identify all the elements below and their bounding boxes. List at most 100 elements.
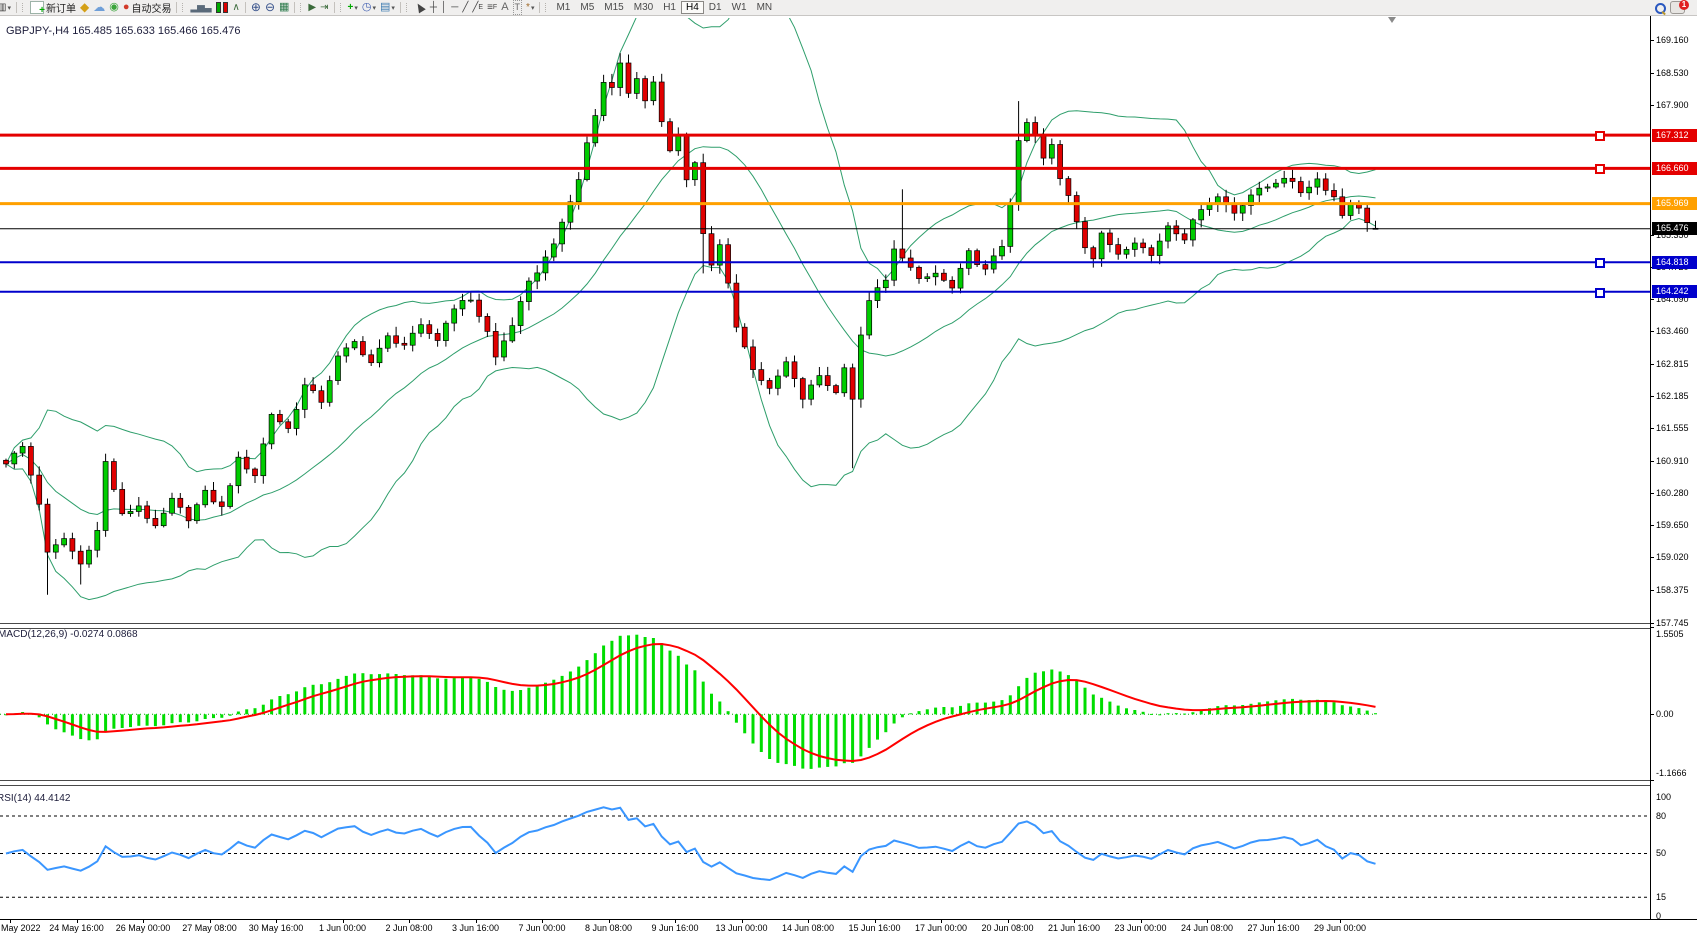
candle: [585, 137, 590, 182]
price-axis[interactable]: 169.160168.530167.900165.350164.720164.0…: [1650, 16, 1697, 919]
candle: [651, 76, 656, 105]
macd-histogram-bar: [303, 687, 306, 714]
macd-histogram-bar: [619, 636, 622, 715]
chart-title: GBPJPY-,H4 165.485 165.633 165.466 165.4…: [6, 25, 240, 37]
search-button[interactable]: [1652, 1, 1668, 14]
toolbar-right: 1: [1652, 1, 1697, 14]
macd-histogram-bar: [951, 707, 954, 714]
channel-button[interactable]: ╱E: [470, 1, 485, 14]
tile-windows-button[interactable]: ▦: [277, 1, 291, 14]
panel-divider-rsi[interactable]: [0, 780, 1697, 786]
macd-histogram-bar: [718, 702, 721, 715]
price-tick: [1651, 331, 1654, 332]
zoom-out-button[interactable]: ⊖: [263, 1, 277, 14]
tab-H4[interactable]: H4: [681, 1, 704, 14]
tab-M5[interactable]: M5: [575, 2, 599, 13]
macd-histogram-bar: [693, 670, 696, 714]
price-tick: [1651, 73, 1654, 74]
candle: [219, 496, 224, 516]
tab-M30[interactable]: M30: [629, 2, 658, 13]
candle: [1016, 101, 1021, 211]
notifications-button[interactable]: 1: [1668, 1, 1691, 14]
vertical-line-button[interactable]: │: [439, 1, 449, 14]
rsi-layer[interactable]: [0, 807, 1650, 897]
candle: [211, 482, 216, 504]
macd-histogram-bar: [801, 714, 804, 768]
community-button[interactable]: ☁: [91, 1, 107, 14]
tab-W1[interactable]: W1: [727, 2, 752, 13]
cursor-button[interactable]: [412, 1, 428, 14]
macd-histogram-bar: [428, 676, 431, 714]
macd-histogram-bar: [519, 690, 522, 714]
candle: [1149, 245, 1154, 264]
candle: [360, 336, 365, 357]
macd-layer[interactable]: [0, 635, 1377, 769]
zoom-in-icon: ⊕: [251, 1, 261, 14]
macd-label: MACD(12,26,9) -0.0274 0.0868: [0, 629, 138, 640]
line-end-marker[interactable]: [1595, 164, 1605, 174]
macd-histogram-bar: [63, 714, 66, 732]
periods-button[interactable]: ◷▾: [360, 1, 378, 14]
indicators-button[interactable]: +▾: [346, 1, 360, 14]
candle: [95, 522, 100, 558]
time-tick-label: 24 Jun 08:00: [1181, 923, 1233, 933]
trendline-button[interactable]: ╱: [460, 1, 470, 14]
macd-histogram-bar: [884, 714, 887, 732]
line-end-marker[interactable]: [1595, 288, 1605, 298]
line-end-marker[interactable]: [1595, 131, 1605, 141]
price-level-label: 166.660: [1652, 162, 1697, 175]
candle: [800, 377, 805, 408]
tab-M15[interactable]: M15: [599, 2, 628, 13]
market-gold-button[interactable]: ◆: [78, 1, 91, 14]
templates-button[interactable]: ▤▾: [378, 1, 397, 14]
candle: [1107, 229, 1112, 252]
candle: [917, 266, 922, 284]
price-tick-label: 159.650: [1656, 520, 1689, 530]
time-axis[interactable]: May 202224 May 16:0026 May 00:0027 May 0…: [0, 919, 1697, 934]
new-order-button[interactable]: + 新订单: [28, 1, 78, 14]
signals-button[interactable]: ◉: [107, 1, 121, 14]
text-button[interactable]: A: [499, 1, 510, 14]
panel-divider-macd[interactable]: [0, 623, 1697, 629]
templates-icon: ▤: [380, 1, 390, 14]
chart-window[interactable]: GBPJPY-,H4 165.485 165.633 165.466 165.4…: [0, 15, 1697, 934]
fibonacci-button[interactable]: ≡F: [485, 1, 499, 14]
macd-histogram-bar: [1266, 701, 1269, 714]
auto-scroll-button[interactable]: ▶: [306, 1, 318, 14]
macd-histogram-bar: [660, 643, 663, 714]
candle: [709, 226, 714, 271]
crosshair-button[interactable]: ┼: [428, 1, 439, 14]
autotrading-button[interactable]: ● 自动交易: [121, 1, 174, 14]
horizontal-line-button[interactable]: ─: [449, 1, 460, 14]
line-end-marker[interactable]: [1595, 258, 1605, 268]
chart-shift-marker: [1388, 17, 1396, 23]
text-label-button[interactable]: T: [511, 1, 525, 14]
candle: [194, 503, 199, 524]
zoom-in-button[interactable]: ⊕: [249, 1, 263, 14]
chart-plot[interactable]: [0, 16, 1697, 934]
candle: [419, 318, 424, 337]
macd-histogram-bar: [112, 714, 115, 728]
tab-H1[interactable]: H1: [658, 2, 681, 13]
macd-tick: [1651, 627, 1654, 628]
chart-window-icon[interactable]: ▥▾: [0, 1, 13, 14]
separator: [245, 2, 246, 13]
arrows-button[interactable]: *▾: [524, 1, 536, 14]
price-tick-label: 162.815: [1656, 359, 1689, 369]
main-chart-layer[interactable]: [4, 16, 1379, 600]
tab-D1[interactable]: D1: [704, 2, 727, 13]
line-chart-button[interactable]: ∧: [231, 1, 242, 14]
cloud-icon: ☁: [93, 1, 105, 14]
candle: [568, 195, 573, 230]
candle: [676, 127, 681, 155]
bar-chart-button[interactable]: ▂▅▃: [188, 1, 212, 14]
tab-M1[interactable]: M1: [551, 2, 575, 13]
tab-MN[interactable]: MN: [752, 2, 778, 13]
candlestick-chart-button[interactable]: [213, 1, 231, 14]
toolbar: ▥▾ + 新订单 ◆ ☁ ◉ ● 自动交易 ▂▅▃ ∧ ⊕ ⊖ ▦ ▶ ⇥ +▾…: [0, 0, 1697, 16]
macd-histogram-bar: [677, 656, 680, 715]
candle: [900, 189, 905, 262]
horizontal-line-icon: ─: [451, 1, 458, 14]
chevron-down-icon: ▾: [391, 4, 395, 12]
chart-shift-button[interactable]: ⇥: [318, 1, 330, 14]
